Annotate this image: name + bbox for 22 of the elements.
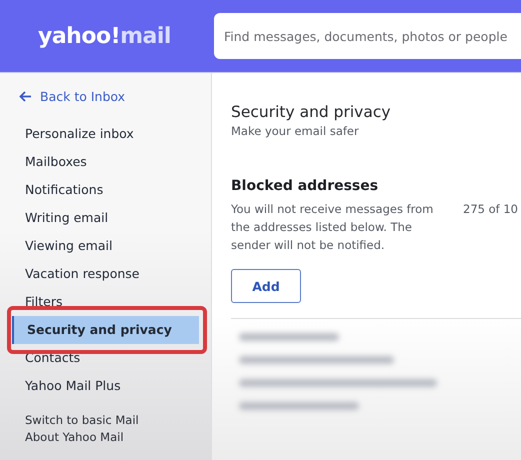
logo[interactable]: yahoo!mail bbox=[38, 24, 178, 48]
sidebar-item[interactable]: Mailboxes bbox=[0, 148, 211, 176]
add-button[interactable]: Add bbox=[231, 269, 301, 303]
search-field[interactable]: Find messages, documents, photos or people bbox=[214, 13, 521, 59]
back-arrow-icon bbox=[19, 91, 32, 102]
page-subtitle: Make your email safer bbox=[231, 124, 360, 138]
sidebar-item[interactable]: Yahoo Mail Plus bbox=[0, 372, 211, 400]
sidebar-item[interactable]: Personalize inbox bbox=[0, 120, 211, 148]
sidebar-item[interactable]: Notifications bbox=[0, 176, 211, 204]
sidebar-item[interactable]: Viewing email bbox=[0, 232, 211, 260]
page-title: Security and privacy bbox=[231, 103, 392, 121]
blocked-count: 275 of 10 bbox=[463, 201, 518, 218]
back-link[interactable]: Back to Inbox bbox=[19, 89, 126, 104]
sidebar-item[interactable]: Writing email bbox=[0, 204, 211, 232]
section-heading: Blocked addresses bbox=[231, 178, 380, 194]
sidebar-item[interactable]: Vacation response bbox=[0, 260, 211, 288]
footer-link[interactable]: About Yahoo Mail bbox=[0, 429, 211, 446]
sidebar-item[interactable]: Filters bbox=[0, 288, 211, 316]
sidebar-item[interactable]: Contacts bbox=[0, 344, 211, 372]
sidebar-item[interactable]: Security and privacy bbox=[12, 316, 199, 344]
footer-link[interactable]: Switch to basic Mail bbox=[0, 412, 211, 429]
section-description: You will not receive messages from the addresses listed below. The sender will not be notified. bbox=[231, 201, 434, 254]
